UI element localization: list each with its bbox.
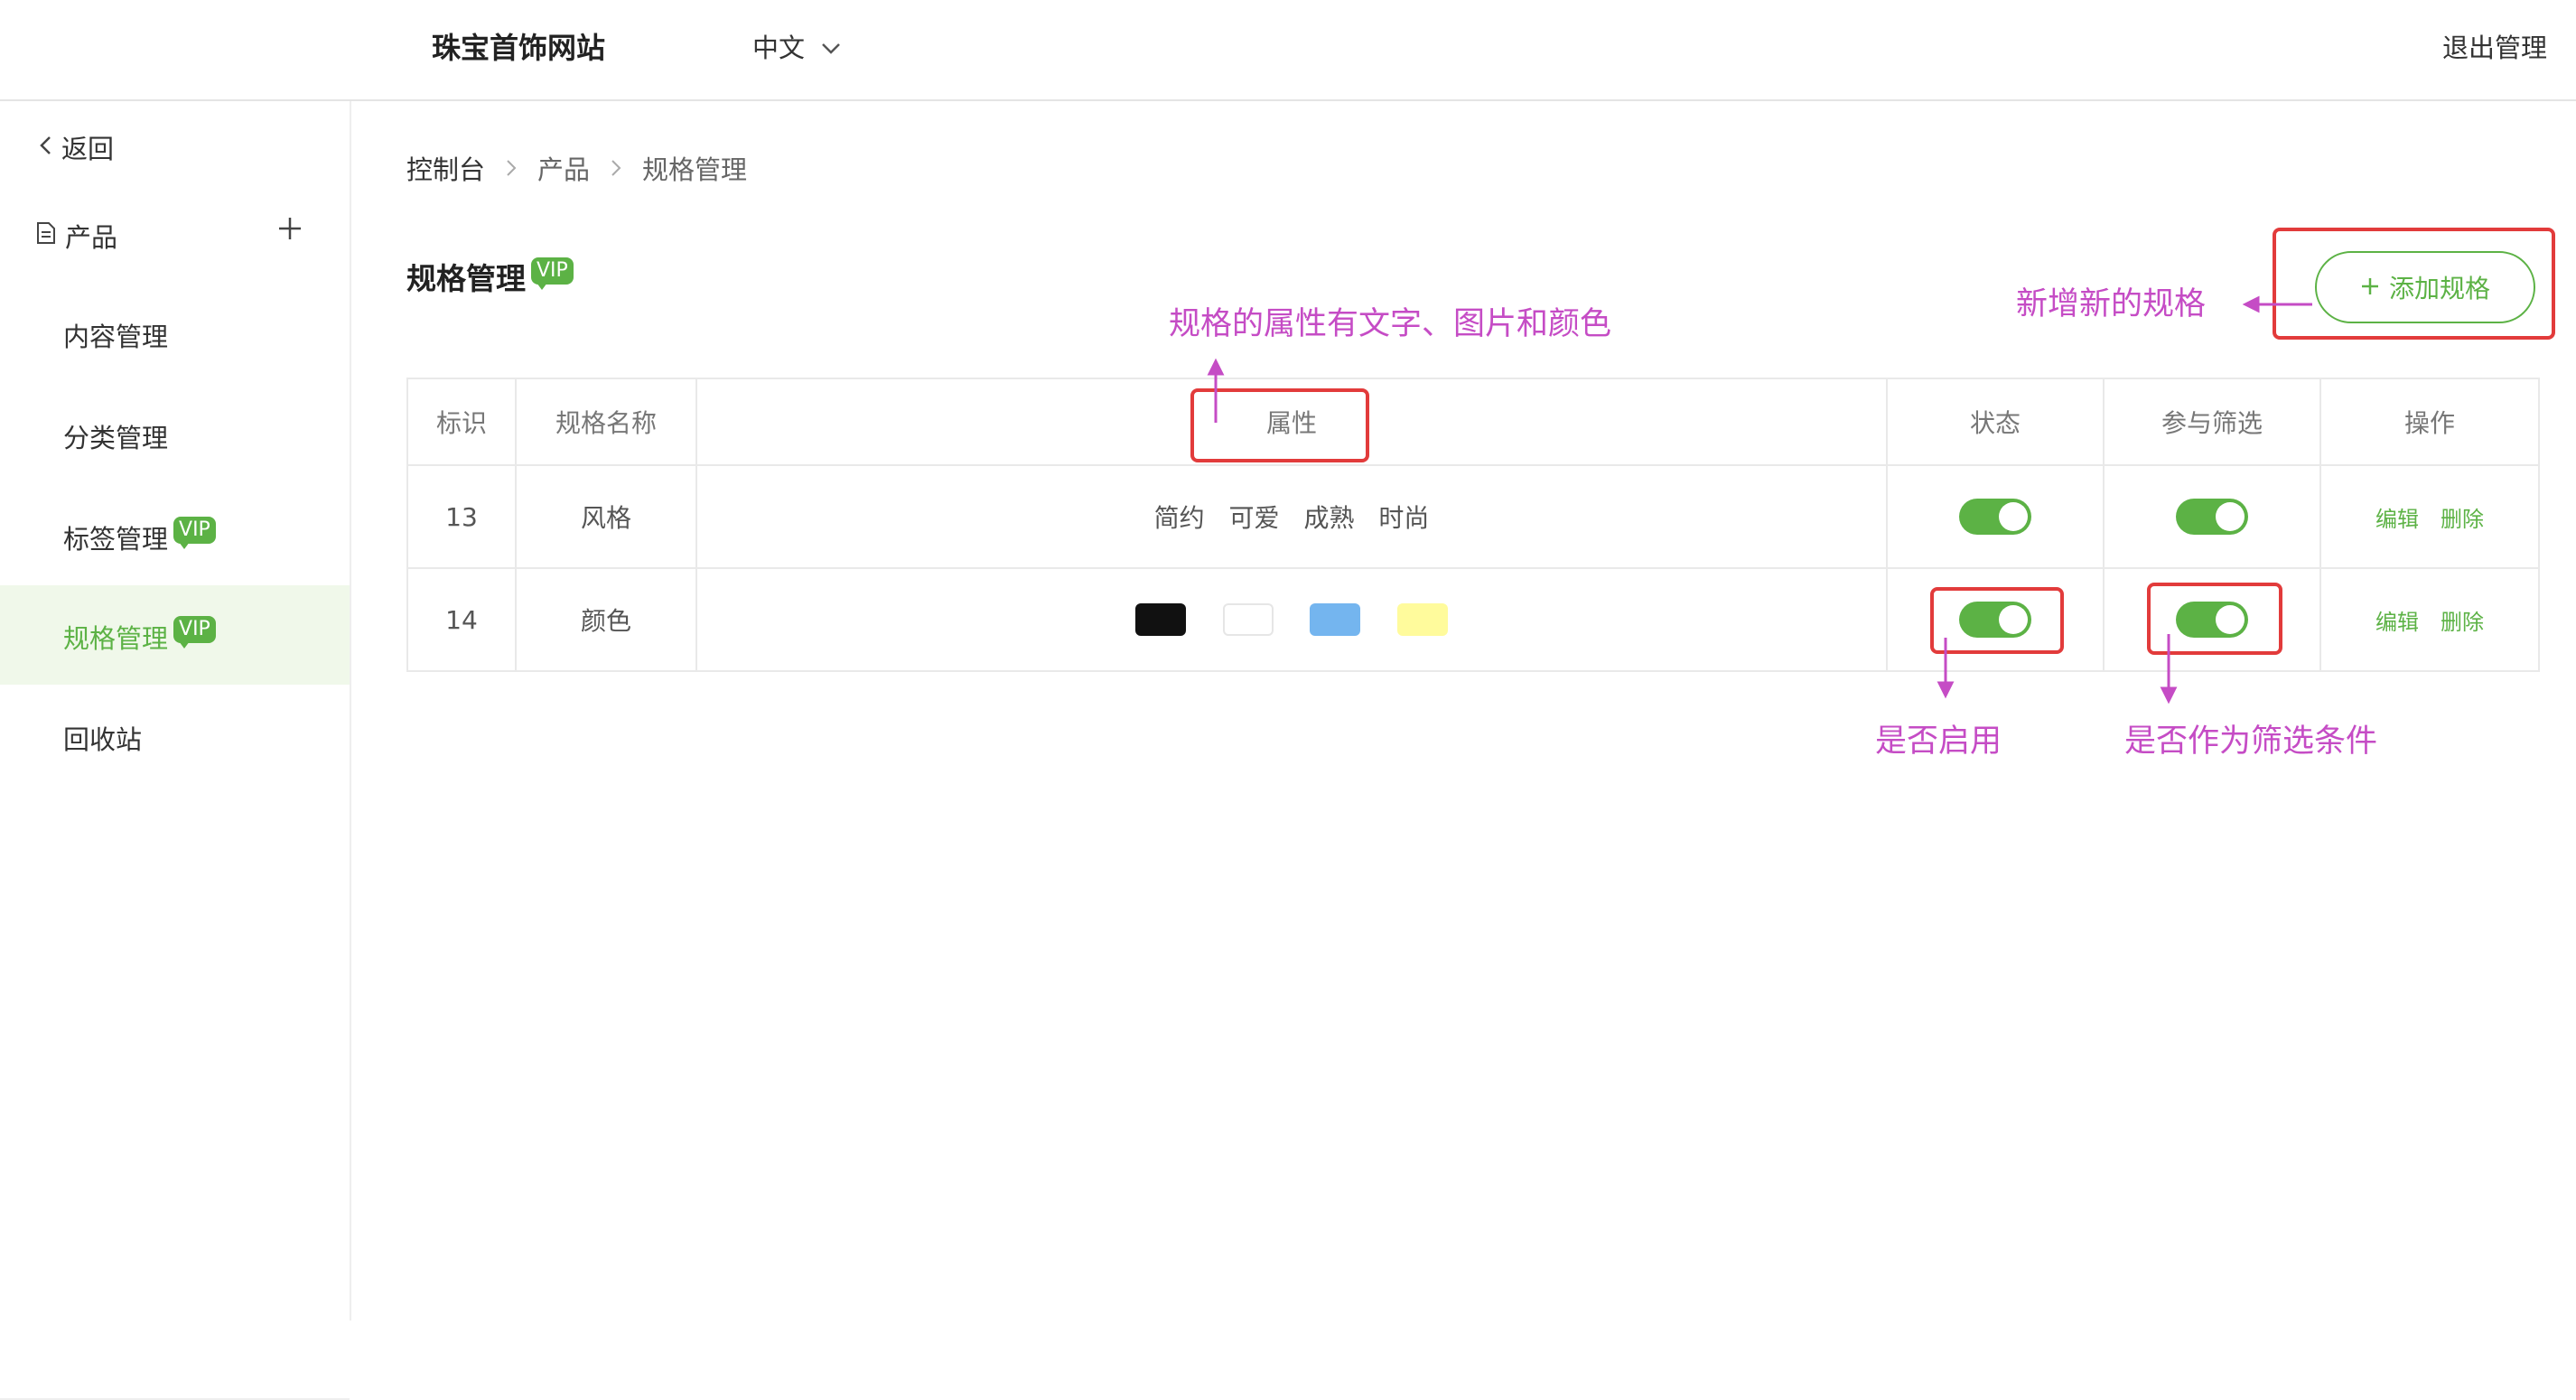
annotation-add: 新增新的规格 — [2016, 286, 2207, 322]
annotation-attributes: 规格的属性有文字、图片和颜色 — [1169, 306, 1612, 342]
annotation-arrows — [1207, 295, 2312, 705]
annotation-status: 是否启用 — [1875, 723, 2002, 760]
annotation-filter: 是否作为筛选条件 — [2124, 723, 2378, 760]
